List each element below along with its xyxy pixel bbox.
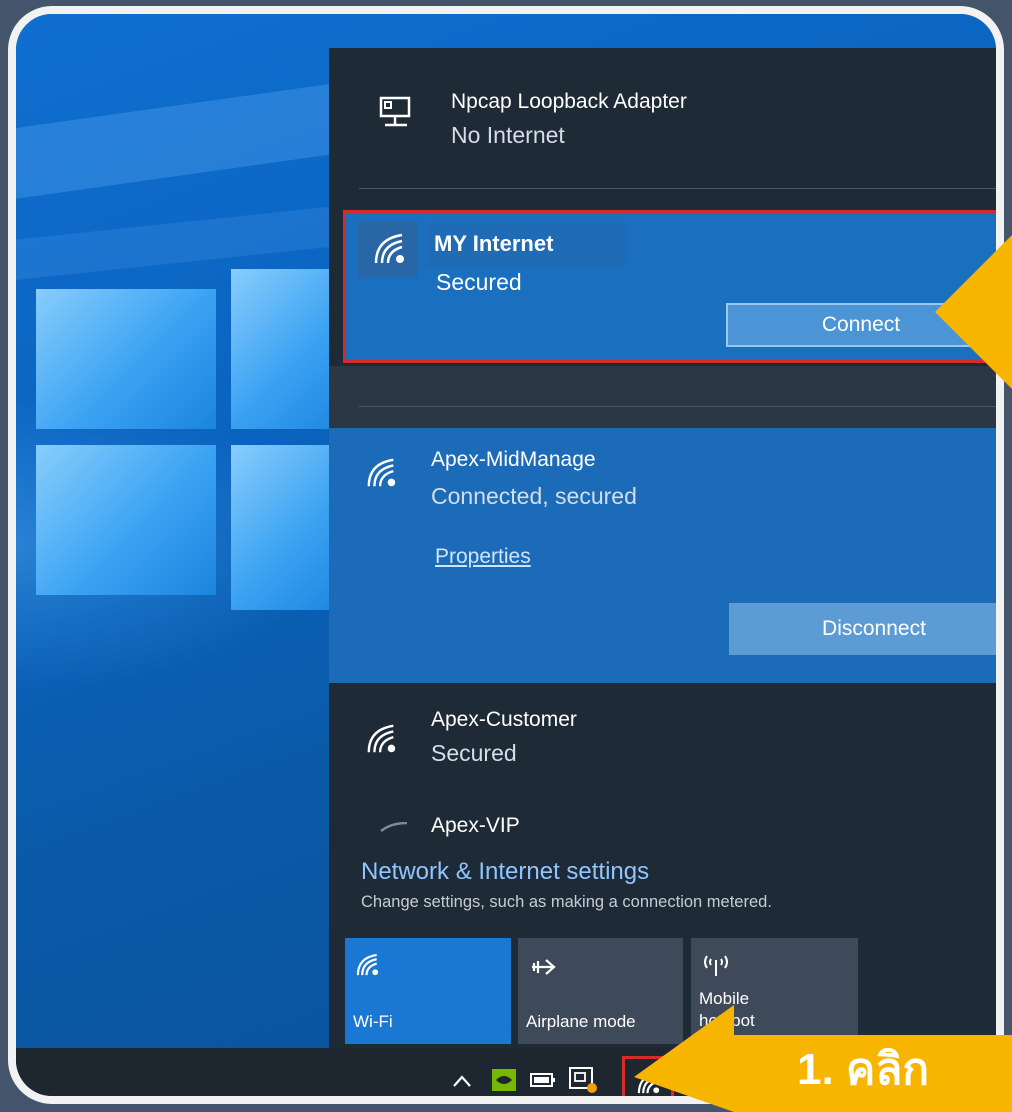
divider: [359, 406, 996, 407]
wifi-icon: [380, 822, 408, 832]
divider: [359, 188, 996, 189]
network-flyout: Npcap Loopback Adapter No Internet MY In…: [329, 48, 996, 1048]
windows-logo-pane: [36, 445, 216, 595]
network-status: Secured: [436, 269, 522, 295]
quick-action-label: Airplane mode: [526, 1012, 636, 1031]
wifi-icon: [356, 953, 379, 976]
network-settings-description: Change settings, such as making a connec…: [361, 893, 772, 911]
nvidia-icon[interactable]: [491, 1068, 517, 1092]
properties-link[interactable]: Properties: [435, 545, 531, 569]
network-name: Npcap Loopback Adapter: [451, 90, 687, 113]
wifi-icon: [367, 458, 396, 487]
windows-logo: [36, 269, 351, 749]
airplane-icon: [532, 959, 556, 975]
network-status: No Internet: [451, 122, 565, 148]
network-item-apex-customer[interactable]: Apex-Customer Secured: [329, 688, 996, 788]
click-step-label: 1. คลิก: [797, 1045, 929, 1094]
chevron-up-icon[interactable]: [452, 1074, 472, 1088]
windows-logo-pane: [36, 289, 216, 429]
network-settings-link[interactable]: Network & Internet settings: [361, 858, 649, 886]
battery-icon[interactable]: [530, 1072, 556, 1088]
network-name: Apex-VIP: [431, 814, 520, 837]
wifi-icon: [374, 233, 404, 264]
connect-callout-arrow: [935, 235, 1012, 389]
network-status: Secured: [431, 740, 517, 766]
display-icon[interactable]: [568, 1066, 598, 1094]
network-item-my-internet[interactable]: MY Internet Secured Connect: [343, 210, 996, 363]
network-name: Apex-Customer: [431, 708, 577, 731]
screenshot-frame: Npcap Loopback Adapter No Internet MY In…: [8, 6, 1004, 1104]
ethernet-icon: [379, 96, 411, 127]
hotspot-icon: [704, 955, 728, 976]
disconnect-button[interactable]: Disconnect: [729, 603, 996, 655]
quick-action-label: Wi-Fi: [353, 1012, 393, 1031]
network-item-apex-vip[interactable]: Apex-VIP: [329, 808, 996, 838]
list-separator: [329, 366, 996, 428]
quick-action-wifi[interactable]: Wi-Fi: [345, 938, 511, 1044]
network-item-apex-midmanage[interactable]: Apex-MidManage Connected, secured Proper…: [329, 428, 996, 683]
wifi-icon: [367, 724, 396, 753]
network-name: MY Internet: [434, 231, 554, 256]
network-status: Connected, secured: [431, 483, 637, 509]
network-item-npcap[interactable]: Npcap Loopback Adapter No Internet: [329, 48, 996, 188]
network-name: Apex-MidManage: [431, 448, 596, 471]
wifi-icon-box: [358, 221, 418, 277]
